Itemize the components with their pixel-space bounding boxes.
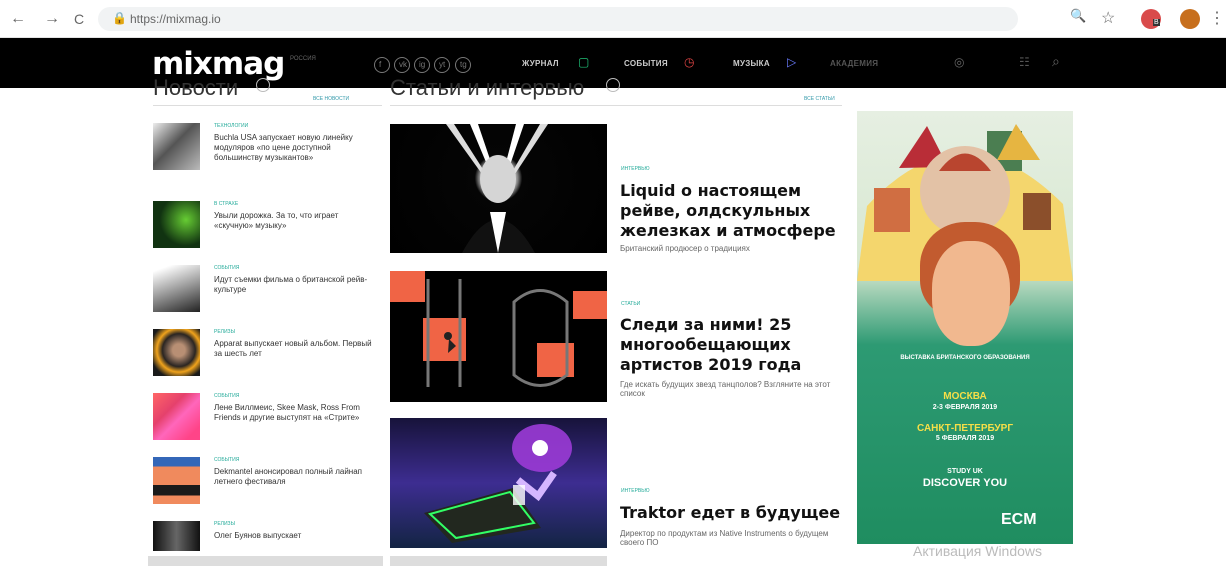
menu-events[interactable]: СОБЫТИЯ (624, 59, 668, 68)
news-item[interactable]: СОБЫТИЯ Идут съемки фильма о британской … (153, 265, 383, 319)
logo-region-label: РОССИЯ (290, 56, 316, 62)
news-category: РЕЛИЗЫ (214, 521, 235, 527)
article-image-art (424, 424, 572, 543)
article-image[interactable] (390, 418, 607, 548)
menu-journal[interactable]: ЖУРНАЛ (522, 59, 559, 68)
articles-divider (390, 105, 842, 106)
article-description: Британский продюсер о традициях (620, 244, 750, 253)
news-thumbnail[interactable] (153, 123, 200, 170)
ad-city-moscow: МОСКВА (943, 391, 987, 402)
forward-icon[interactable]: → (44, 10, 60, 28)
article-title[interactable]: Следи за ними! 25 многообещающих артисто… (620, 315, 842, 375)
bottom-tab[interactable] (390, 556, 607, 566)
back-icon[interactable]: ← (10, 10, 26, 28)
account-icon[interactable]: ◎ (954, 55, 964, 69)
news-item[interactable]: РЕЛИЗЫ Apparat выпускает новый альбом. П… (153, 329, 383, 383)
url-text[interactable]: https://mixmag.io (130, 12, 221, 26)
news-headline[interactable]: Идут съемки фильма о британской рейв-кул… (214, 275, 372, 295)
facebook-icon[interactable]: f (374, 57, 390, 73)
extension-badge: B (1153, 19, 1160, 26)
menu-academy[interactable]: АКАДЕМИЯ (830, 59, 878, 68)
news-thumbnail[interactable] (153, 521, 200, 551)
news-headline[interactable]: Лене Виллмеис, Skee Mask, Ross From Frie… (214, 403, 372, 423)
article-image[interactable] (390, 124, 607, 253)
bottom-tab[interactable] (148, 556, 383, 566)
ad-date-st-petersburg: 5 ФЕВРАЛЯ 2019 (935, 435, 995, 442)
zoom-icon[interactable]: 🔍 (1070, 8, 1086, 24)
article-image[interactable] (390, 271, 607, 402)
instagram-icon[interactable]: ig (414, 57, 430, 73)
articles-section-title: Статьи и интервью (390, 75, 585, 100)
lock-icon: 🔒 (112, 11, 127, 25)
news-category: СОБЫТИЯ (214, 265, 240, 271)
bookmark-icon[interactable]: ☆ (1101, 8, 1115, 28)
extension-icon[interactable]: B (1141, 9, 1161, 29)
article-image-art (446, 124, 548, 253)
ad-study-uk: STUDY UK (947, 468, 983, 475)
menu-list-icon[interactable]: ☷ (1019, 55, 1030, 69)
news-item[interactable]: В СТРАХЕ Увыли дорожка. За то, что играе… (153, 201, 383, 255)
article-category: ИНТЕРВЬЮ (621, 166, 650, 172)
browser-menu-icon[interactable]: ⋮ (1209, 8, 1225, 28)
news-item[interactable]: СОБЫТИЯ Dekmantel анонсировал полный лай… (153, 457, 383, 511)
news-category: СОБЫТИЯ (214, 457, 240, 463)
events-icon: ◷ (684, 55, 695, 69)
news-section-title: Новости (153, 75, 239, 100)
profile-avatar[interactable] (1180, 9, 1200, 29)
news-headline[interactable]: Buchla USA запускает новую линейку модул… (214, 133, 372, 163)
all-news-link[interactable]: ВСЕ НОВОСТИ (313, 96, 349, 102)
ad-date-moscow: 2-3 ФЕВРАЛЯ 2019 (932, 404, 998, 411)
browser-toolbar: ← → C 🔒 https://mixmag.io 🔍 ☆ B ⋮ (0, 0, 1226, 38)
news-item[interactable]: ТЕХНОЛОГИИ Buchla USA запускает новую ли… (153, 123, 383, 177)
news-item[interactable]: РЕЛИЗЫ Олег Буянов выпускает (153, 521, 383, 575)
article-image-art (390, 271, 607, 387)
menu-music[interactable]: МУЗЫКА (733, 59, 770, 68)
news-thumbnail[interactable] (153, 393, 200, 440)
article-description: Где искать будущих звезд танцполов? Взгл… (620, 380, 831, 398)
news-category: СОБЫТИЯ (214, 393, 240, 399)
news-headline[interactable]: Apparat выпускает новый альбом. Первый з… (214, 339, 372, 359)
journal-icon: ▢ (578, 55, 590, 69)
article-category: СТАТЬИ (621, 301, 641, 307)
news-thumbnail[interactable] (153, 457, 200, 504)
ad-city-st-petersburg: САНКТ-ПЕТЕРБУРГ (916, 423, 1013, 434)
article-title[interactable]: Traktor едет в будущее (620, 503, 842, 523)
ad-discover-you: DISCOVER YOU (922, 477, 1008, 489)
articles-section-icon (606, 78, 620, 92)
news-headline[interactable]: Увыли дорожка. За то, что играет «скучну… (214, 211, 372, 231)
vk-icon[interactable]: vk (394, 57, 410, 73)
article-description: Директор по продуктам из Native Instrume… (620, 529, 829, 547)
education-fair-advertisement[interactable]: ВЫСТАВКА БРИТАНСКОГО ОБРАЗОВАНИЯ МОСКВА … (857, 111, 1073, 544)
news-section-icon (256, 78, 270, 92)
news-thumbnail[interactable] (153, 201, 200, 248)
telegram-icon[interactable]: tg (455, 57, 471, 73)
address-bar[interactable]: 🔒 https://mixmag.io (98, 7, 1018, 31)
youtube-icon[interactable]: yt (434, 57, 450, 73)
news-headline[interactable]: Dekmantel анонсировал полный лайнап летн… (214, 467, 372, 487)
article-title[interactable]: Liquid о настоящем рейве, олдскульных же… (620, 181, 842, 241)
all-articles-link[interactable]: ВСЕ СТАТЬИ (804, 96, 835, 102)
news-headline[interactable]: Олег Буянов выпускает (214, 531, 372, 541)
article-category: ИНТЕРВЬЮ (621, 488, 650, 494)
news-category: РЕЛИЗЫ (214, 329, 235, 335)
reload-icon[interactable]: C (74, 11, 84, 27)
search-icon[interactable]: ⌕ (1052, 53, 1060, 70)
music-icon: ▷ (787, 55, 797, 69)
ad-portrait-face (932, 241, 1010, 346)
windows-activation-watermark: Активация Windows (913, 543, 1043, 559)
news-item[interactable]: СОБЫТИЯ Лене Виллмеис, Skee Mask, Ross F… (153, 393, 383, 447)
news-category: В СТРАХЕ (214, 201, 239, 207)
ad-heading: ВЫСТАВКА БРИТАНСКОГО ОБРАЗОВАНИЯ (900, 355, 1030, 361)
news-thumbnail[interactable] (153, 265, 200, 312)
ecm-logo: ECM (1001, 511, 1037, 528)
news-thumbnail[interactable] (153, 329, 200, 376)
news-category: ТЕХНОЛОГИИ (214, 123, 249, 129)
news-divider (153, 105, 382, 106)
